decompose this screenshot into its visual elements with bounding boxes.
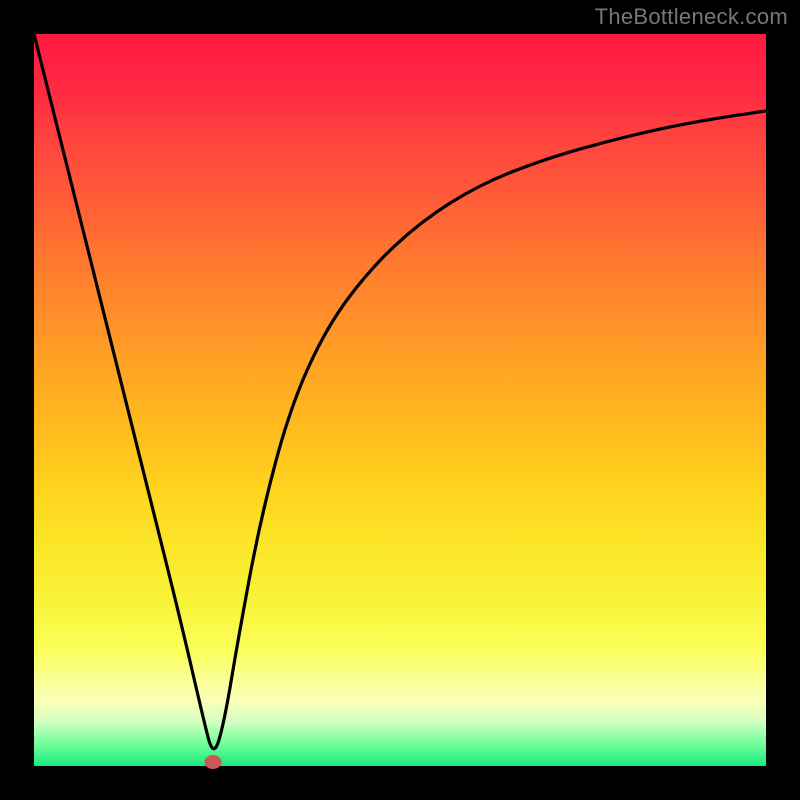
- plot-area: [34, 34, 766, 766]
- chart-frame: TheBottleneck.com: [0, 0, 800, 800]
- bottleneck-curve: [34, 34, 766, 766]
- minimum-marker: [205, 755, 222, 769]
- watermark-text: TheBottleneck.com: [595, 4, 788, 30]
